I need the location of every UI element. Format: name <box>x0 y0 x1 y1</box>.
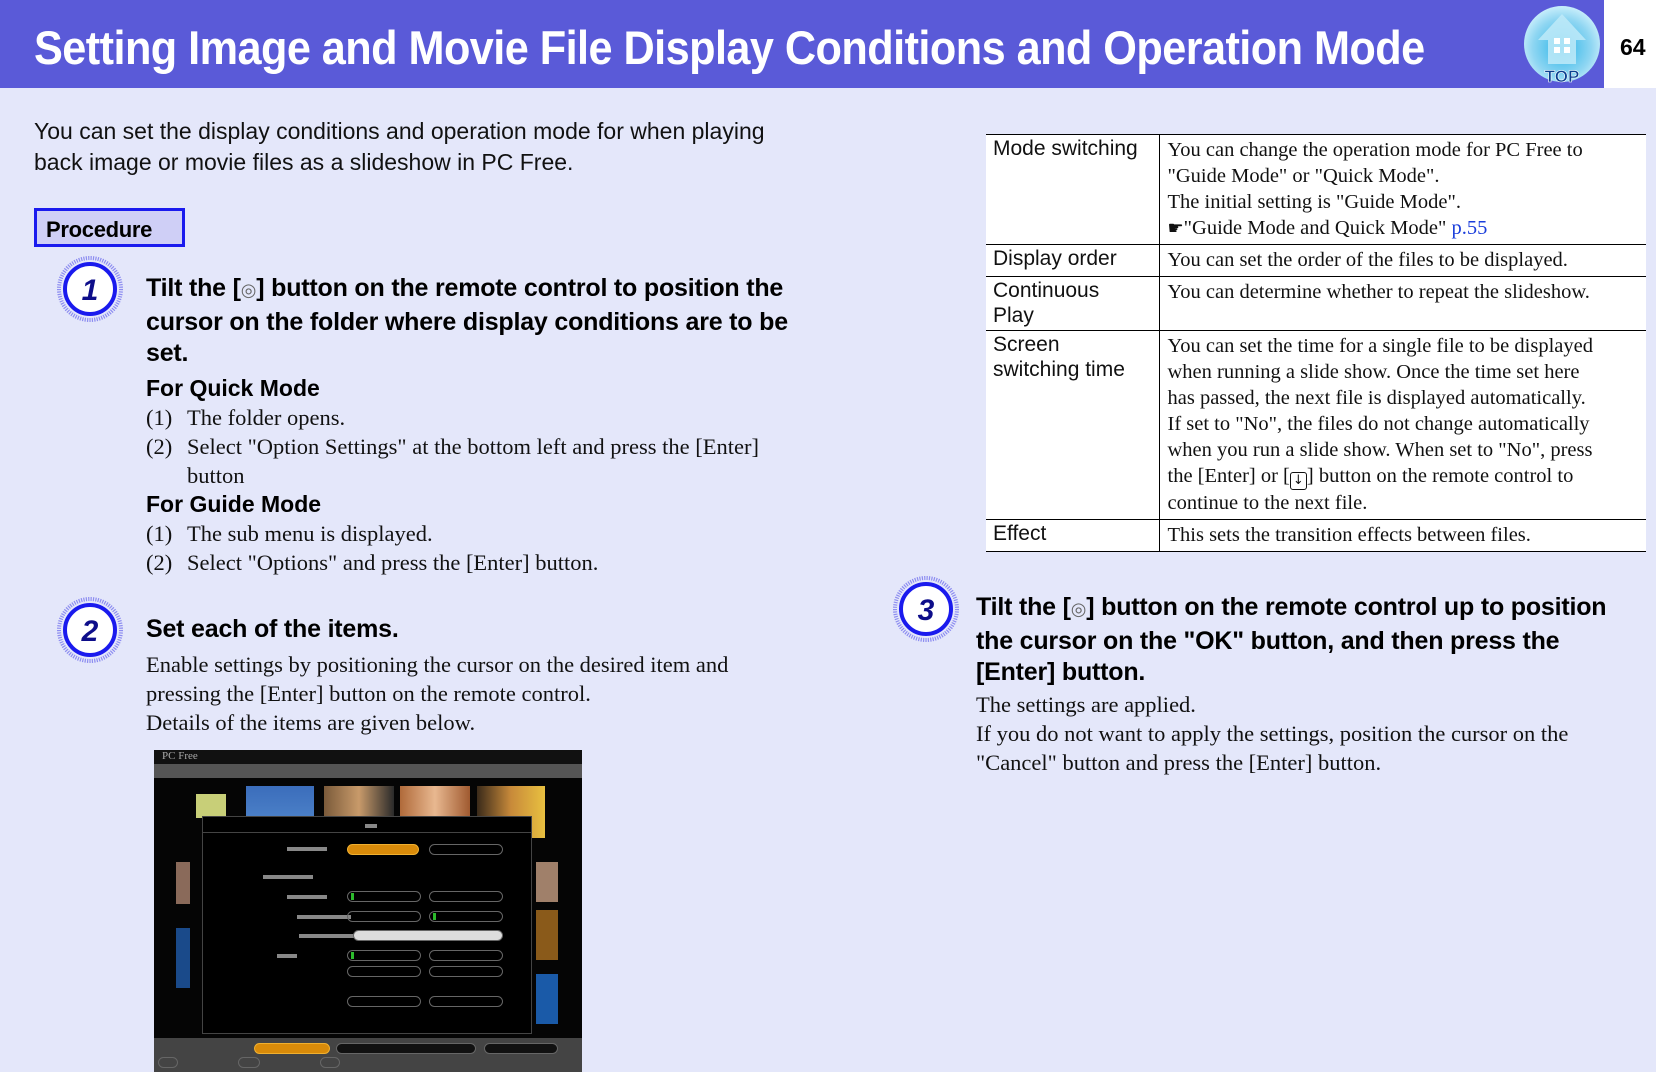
step-3-body: The settings are applied. If you do not … <box>976 692 1569 775</box>
step-3-number-icon: 3 <box>893 576 959 642</box>
step-1-heading: Tilt the [◎] button on the remote contro… <box>146 274 788 367</box>
step-2-number-icon: 2 <box>57 597 123 663</box>
home-top-icon: TOP <box>1524 6 1600 86</box>
setting-description: You can change the operation mode for PC… <box>1159 134 1646 245</box>
svg-text:1: 1 <box>82 274 99 307</box>
page-link-p55[interactable]: p.55 <box>1451 217 1487 239</box>
screenshot-app-title: PC Free <box>162 750 198 762</box>
page-number: 64 <box>1620 34 1646 60</box>
setting-name: Display order <box>986 244 1160 277</box>
setting-name: Continuous Play <box>986 276 1160 331</box>
top-label: TOP <box>1545 67 1580 86</box>
svg-text:3: 3 <box>918 594 935 627</box>
setting-name: Mode switching <box>986 134 1160 245</box>
table-row: Continuous Play You can determine whethe… <box>986 276 1646 331</box>
setting-name: Effect <box>986 519 1160 552</box>
step-3-heading: Tilt the [◎] button on the remote contro… <box>976 593 1607 686</box>
joystick-icon: ◎ <box>240 280 257 301</box>
step-2-body: Enable settings by positioning the curso… <box>146 652 729 735</box>
guide-mode-subheading: For Guide Mode <box>146 491 322 517</box>
table-row: Screen switching time You can set the ti… <box>986 330 1646 520</box>
table-row: Display order You can set the order of t… <box>986 244 1646 277</box>
setting-name: Screen switching time <box>986 330 1160 520</box>
setting-description: You can set the time for a single file t… <box>1159 330 1646 520</box>
pointing-hand-icon: ☛ <box>1167 218 1184 238</box>
page-header-banner: Setting Image and Movie File Display Con… <box>0 0 1604 88</box>
quick-mode-subheading: For Quick Mode <box>146 375 320 401</box>
intro-text: You can set the display conditions and o… <box>34 118 765 175</box>
down-arrow-key-icon: ↓ <box>1289 472 1307 490</box>
pc-free-options-screenshot: PC Free <box>154 750 582 1072</box>
setting-description: You can determine whether to repeat the … <box>1159 276 1646 331</box>
table-row: Mode switching You can change the operat… <box>986 134 1646 245</box>
procedure-label: Procedure <box>34 208 185 247</box>
setting-description: This sets the transition effects between… <box>1159 519 1646 552</box>
top-home-button[interactable]: TOP <box>1522 0 1606 88</box>
joystick-icon: ◎ <box>1070 599 1087 620</box>
table-row: Effect This sets the transition effects … <box>986 519 1646 552</box>
step-1-number-icon: 1 <box>57 256 123 322</box>
step-2-heading: Set each of the items. <box>146 615 399 643</box>
settings-table: Mode switching You can change the operat… <box>986 134 1646 552</box>
setting-description: You can set the order of the files to be… <box>1159 244 1646 277</box>
svg-text:2: 2 <box>81 615 99 648</box>
page-title: Setting Image and Movie File Display Con… <box>34 21 1425 74</box>
